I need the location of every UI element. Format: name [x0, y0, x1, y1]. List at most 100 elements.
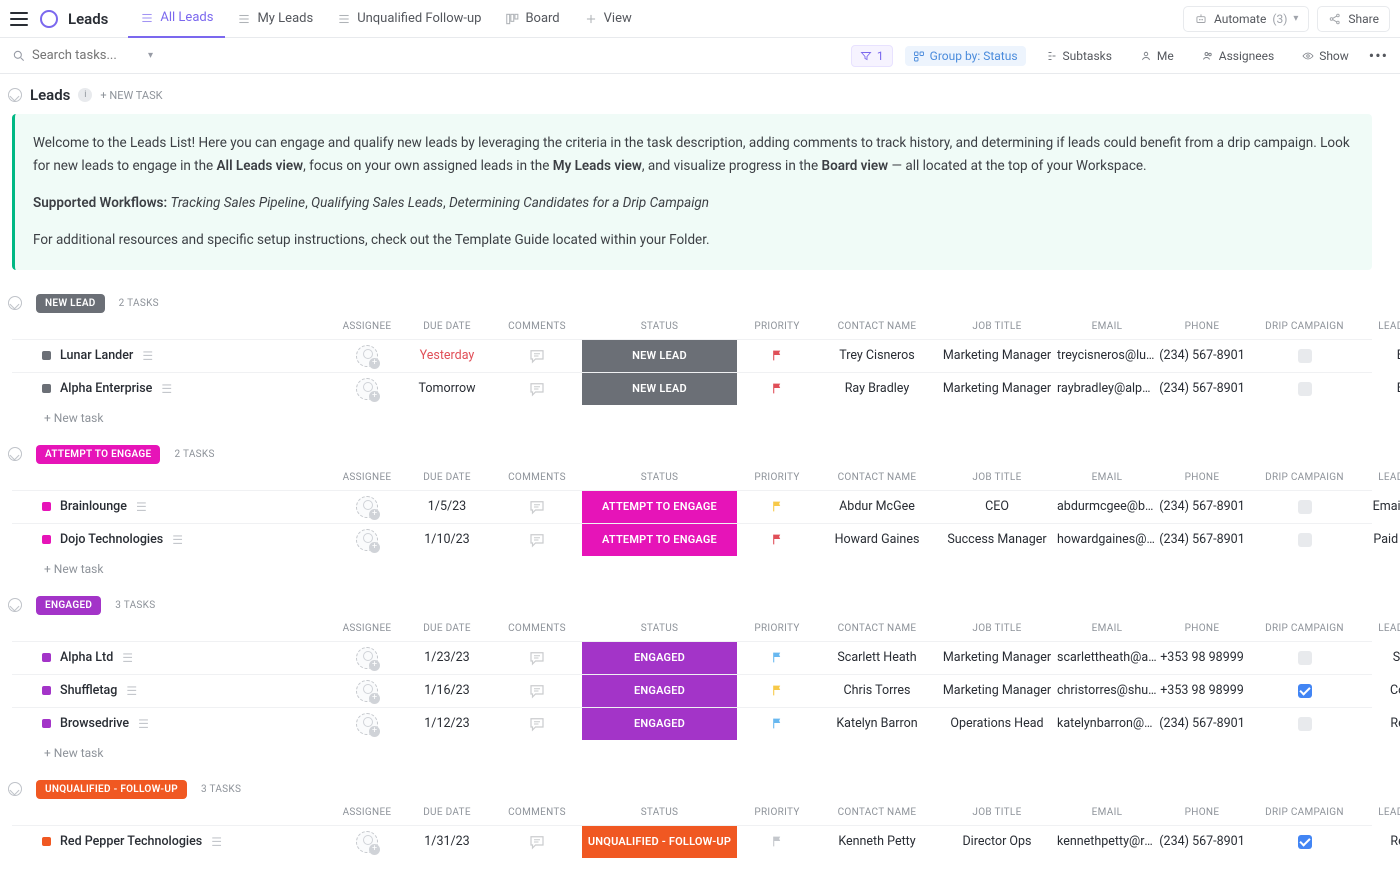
- description-icon[interactable]: ☰: [142, 349, 153, 363]
- assignees-button[interactable]: Assignees: [1194, 46, 1282, 66]
- column-header[interactable]: EMAIL: [1057, 472, 1157, 483]
- due-date[interactable]: Tomorrow: [402, 381, 492, 396]
- chevron-down-icon[interactable]: ▾: [148, 50, 153, 61]
- view-tab-unqualified-follow-up[interactable]: Unqualified Follow-up: [325, 0, 493, 38]
- description-icon[interactable]: ☰: [172, 533, 183, 547]
- column-header[interactable]: PRIORITY: [737, 807, 817, 818]
- column-header[interactable]: COMMENTS: [492, 321, 582, 332]
- assignee-avatar[interactable]: [356, 496, 378, 518]
- column-header[interactable]: JOB TITLE: [937, 472, 1057, 483]
- drip-checkbox[interactable]: [1298, 382, 1312, 396]
- priority-flag[interactable]: [771, 348, 784, 363]
- column-header[interactable]: STATUS: [582, 807, 737, 818]
- description-icon[interactable]: ☰: [211, 835, 222, 849]
- task-row[interactable]: Brainlounge☰1/5/23ATTEMPT TO ENGAGEAbdur…: [12, 490, 1372, 523]
- description-icon[interactable]: ☰: [161, 382, 172, 396]
- due-date[interactable]: Yesterday: [402, 348, 492, 363]
- due-date[interactable]: 1/16/23: [402, 683, 492, 698]
- status-cell[interactable]: UNQUALIFIED - FOLLOW-UP: [582, 826, 737, 858]
- column-header[interactable]: DUE DATE: [402, 321, 492, 332]
- status-cell[interactable]: NEW LEAD: [582, 340, 737, 372]
- status-pill[interactable]: UNQUALIFIED - FOLLOW-UP: [36, 780, 187, 799]
- column-header[interactable]: JOB TITLE: [937, 321, 1057, 332]
- assignee-avatar[interactable]: [356, 680, 378, 702]
- assignee-avatar[interactable]: [356, 647, 378, 669]
- automate-button[interactable]: Automate (3) ▾: [1183, 6, 1309, 32]
- status-cell[interactable]: NEW LEAD: [582, 373, 737, 405]
- comment-icon[interactable]: [528, 347, 546, 365]
- column-header[interactable]: LEAD SOURCE: [1362, 321, 1400, 332]
- assignee-avatar[interactable]: [356, 378, 378, 400]
- comment-icon[interactable]: [528, 498, 546, 516]
- column-header[interactable]: ASSIGNEE: [332, 623, 402, 634]
- column-header[interactable]: PRIORITY: [737, 623, 817, 634]
- comment-icon[interactable]: [528, 649, 546, 667]
- group-collapse[interactable]: [8, 598, 22, 612]
- task-name[interactable]: Brainlounge: [60, 499, 127, 514]
- due-date[interactable]: 1/10/23: [402, 532, 492, 547]
- group-collapse[interactable]: [8, 782, 22, 796]
- column-header[interactable]: JOB TITLE: [937, 807, 1057, 818]
- column-header[interactable]: PHONE: [1157, 472, 1247, 483]
- drip-checkbox[interactable]: [1298, 651, 1312, 665]
- task-row[interactable]: Alpha Ltd☰1/23/23ENGAGEDScarlett HeathMa…: [12, 641, 1372, 674]
- group-collapse[interactable]: [8, 296, 22, 310]
- column-header[interactable]: DRIP CAMPAIGN: [1247, 807, 1362, 818]
- column-header[interactable]: DRIP CAMPAIGN: [1247, 321, 1362, 332]
- view-tab-my-leads[interactable]: My Leads: [225, 0, 325, 38]
- priority-flag[interactable]: [771, 650, 784, 665]
- column-header[interactable]: CONTACT NAME: [817, 472, 937, 483]
- group-collapse[interactable]: [8, 447, 22, 461]
- comment-icon[interactable]: [528, 833, 546, 851]
- description-icon[interactable]: ☰: [126, 684, 137, 698]
- assignee-avatar[interactable]: [356, 345, 378, 367]
- show-button[interactable]: Show: [1294, 46, 1357, 66]
- column-header[interactable]: LEAD SOURCE: [1362, 623, 1400, 634]
- subtasks-button[interactable]: Subtasks: [1038, 46, 1120, 66]
- column-header[interactable]: DRIP CAMPAIGN: [1247, 623, 1362, 634]
- drip-checkbox[interactable]: [1298, 349, 1312, 363]
- status-cell[interactable]: ATTEMPT TO ENGAGE: [582, 491, 737, 523]
- task-row[interactable]: Browsedrive☰1/12/23ENGAGEDKatelyn Barron…: [12, 707, 1372, 740]
- column-header[interactable]: CONTACT NAME: [817, 807, 937, 818]
- column-header[interactable]: JOB TITLE: [937, 623, 1057, 634]
- column-header[interactable]: EMAIL: [1057, 321, 1157, 332]
- column-header[interactable]: CONTACT NAME: [817, 321, 937, 332]
- column-header[interactable]: COMMENTS: [492, 472, 582, 483]
- due-date[interactable]: 1/12/23: [402, 716, 492, 731]
- assignee-avatar[interactable]: [356, 831, 378, 853]
- comment-icon[interactable]: [528, 682, 546, 700]
- view-tab-board[interactable]: Board: [493, 0, 571, 38]
- drip-checkbox[interactable]: [1298, 717, 1312, 731]
- add-task[interactable]: + New task: [12, 405, 1372, 431]
- status-pill[interactable]: ENGAGED: [36, 596, 101, 615]
- collapse-toggle[interactable]: [8, 88, 22, 102]
- column-header[interactable]: EMAIL: [1057, 807, 1157, 818]
- due-date[interactable]: 1/5/23: [402, 499, 492, 514]
- menu-toggle[interactable]: [10, 12, 28, 26]
- status-pill[interactable]: ATTEMPT TO ENGAGE: [36, 445, 160, 464]
- column-header[interactable]: DUE DATE: [402, 472, 492, 483]
- status-cell[interactable]: ATTEMPT TO ENGAGE: [582, 524, 737, 556]
- column-header[interactable]: ASSIGNEE: [332, 807, 402, 818]
- column-header[interactable]: PHONE: [1157, 321, 1247, 332]
- drip-checkbox[interactable]: [1298, 500, 1312, 514]
- share-button[interactable]: Share: [1317, 6, 1390, 32]
- column-header[interactable]: COMMENTS: [492, 623, 582, 634]
- column-header[interactable]: LEAD SOURCE: [1362, 472, 1400, 483]
- me-button[interactable]: Me: [1132, 46, 1182, 66]
- search-input[interactable]: [32, 48, 142, 63]
- column-header[interactable]: DRIP CAMPAIGN: [1247, 472, 1362, 483]
- comment-icon[interactable]: [528, 715, 546, 733]
- task-row[interactable]: Shuffletag☰1/16/23ENGAGEDChris TorresMar…: [12, 674, 1372, 707]
- assignee-avatar[interactable]: [356, 529, 378, 551]
- drip-checkbox[interactable]: [1298, 684, 1312, 698]
- description-icon[interactable]: ☰: [122, 651, 133, 665]
- task-name[interactable]: Red Pepper Technologies: [60, 834, 202, 849]
- add-task[interactable]: + New task: [12, 556, 1372, 582]
- comment-icon[interactable]: [528, 380, 546, 398]
- status-cell[interactable]: ENGAGED: [582, 675, 737, 707]
- due-date[interactable]: 1/23/23: [402, 650, 492, 665]
- task-row[interactable]: Alpha Enterprise☰TomorrowNEW LEADRay Bra…: [12, 372, 1372, 405]
- description-icon[interactable]: ☰: [138, 717, 149, 731]
